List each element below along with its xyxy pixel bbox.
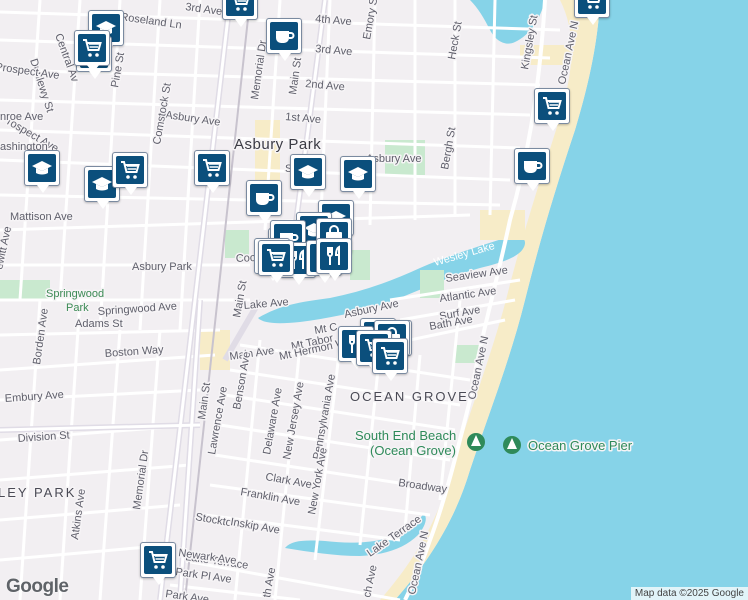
school-icon — [344, 160, 372, 188]
city-label: Asbury Park — [234, 136, 321, 153]
area-label: OCEAN GROVE — [350, 389, 469, 404]
cart-marker[interactable] — [372, 338, 408, 381]
school-marker[interactable] — [24, 150, 60, 193]
google-logo: Google — [6, 576, 69, 597]
park-label-1: Springwood — [46, 288, 104, 300]
school-marker[interactable] — [290, 154, 326, 197]
svg-text:Asbury Park: Asbury Park — [132, 261, 192, 273]
cart-icon — [538, 92, 566, 120]
svg-text:nroe Ave: nroe Ave — [0, 111, 43, 123]
cart-icon — [198, 154, 226, 182]
park-springwood — [0, 280, 50, 300]
cart-icon — [226, 0, 254, 16]
restaurant-marker[interactable] — [316, 238, 352, 281]
poi-beach-line1: South End Beach — [355, 428, 456, 443]
cart-marker[interactable] — [74, 30, 110, 73]
svg-text:Adams St: Adams St — [75, 318, 123, 330]
cart-marker[interactable] — [112, 152, 148, 195]
school-icon — [28, 154, 56, 182]
school-marker[interactable] — [340, 156, 376, 199]
coffee-icon — [518, 152, 546, 180]
poi-beach-pin-icon — [467, 433, 485, 451]
poi-pier: Ocean Grove Pier — [528, 438, 633, 453]
cart-marker[interactable] — [534, 88, 570, 131]
coffee-icon — [250, 184, 278, 212]
cart-icon — [78, 34, 106, 62]
cart-icon — [376, 342, 404, 370]
poi-beach-line2: (Ocean Grove) — [370, 443, 456, 458]
cart-icon — [262, 244, 290, 272]
coffee-marker[interactable] — [266, 18, 302, 61]
cart-marker[interactable] — [574, 0, 610, 25]
coffee-marker[interactable] — [246, 180, 282, 223]
coffee-icon — [270, 22, 298, 50]
svg-text:Mattison Ave: Mattison Ave — [10, 211, 73, 223]
cart-icon — [116, 156, 144, 184]
cart-marker[interactable] — [222, 0, 258, 27]
cart-marker[interactable] — [194, 150, 230, 193]
restaurant-icon — [320, 242, 348, 270]
map-base: 3rd Ave 4th Ave 3rd Ave 2nd Ave 1st Ave … — [0, 0, 748, 600]
cart-marker[interactable] — [140, 542, 176, 585]
school-icon — [294, 158, 322, 186]
poi-pier-pin-icon — [503, 436, 521, 454]
neighborhood-label: LEY PARK — [0, 485, 76, 500]
cart-marker[interactable] — [258, 240, 294, 283]
cart-icon — [144, 546, 172, 574]
map-attribution: Map data ©2025 Google — [630, 587, 748, 600]
park-small-4 — [350, 250, 370, 280]
park-label-2: Park — [66, 302, 89, 314]
cart-icon — [578, 0, 606, 14]
map-canvas[interactable]: 3rd Ave 4th Ave 3rd Ave 2nd Ave 1st Ave … — [0, 0, 748, 600]
coffee-marker[interactable] — [514, 148, 550, 191]
